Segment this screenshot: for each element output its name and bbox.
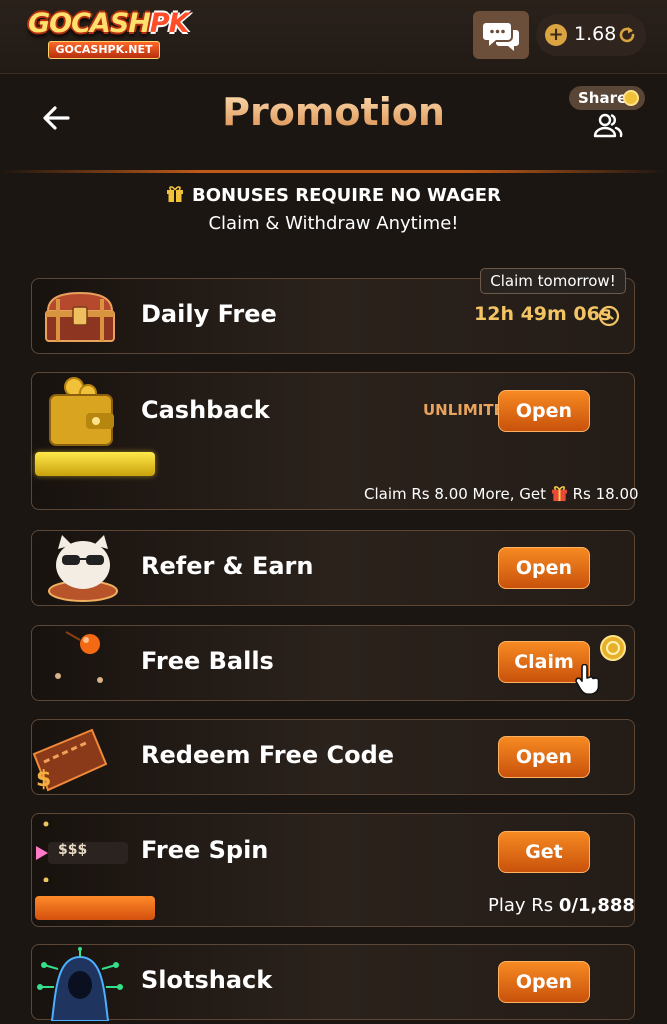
balance-value: 1.68 — [574, 23, 617, 45]
gift-icon — [551, 486, 567, 502]
redeem-open-button[interactable]: Open — [498, 736, 590, 778]
wallet-icon — [49, 377, 114, 446]
balance-pill[interactable]: + 1.68 — [536, 14, 646, 56]
coin-icon — [600, 635, 626, 661]
free-spin-progress-bar — [35, 896, 155, 920]
ticket-icon: $ — [32, 728, 108, 792]
bonus-headline: BONUSES REQUIRE NO WAGER — [0, 185, 667, 206]
logo[interactable]: GOCASHPK GOCASHPK.NET — [28, 8, 190, 62]
slotshack-open-button[interactable]: Open — [498, 961, 590, 1003]
refer-open-button[interactable]: Open — [498, 547, 590, 589]
coin-icon — [623, 90, 639, 106]
slotshack-title: Slotshack — [141, 966, 273, 994]
free-spin-progress: Play Rs 0/1,888 — [488, 895, 635, 916]
claim-tomorrow-tag: Claim tomorrow! — [480, 268, 626, 294]
cashback-progress-bar — [35, 452, 155, 476]
clock-icon — [598, 305, 620, 327]
balls-icon — [55, 631, 103, 683]
refer-title: Refer & Earn — [141, 552, 314, 580]
cashback-title: Cashback — [141, 396, 270, 424]
hacker-icon — [37, 947, 123, 1021]
daily-free-title: Daily Free — [141, 300, 277, 328]
add-funds-icon[interactable]: + — [545, 24, 567, 46]
chat-button[interactable] — [473, 11, 529, 59]
treasure-chest-icon — [45, 291, 115, 342]
hand-cursor-icon — [575, 664, 600, 695]
svg-text:$: $ — [36, 767, 51, 792]
share-label: Share — [578, 89, 628, 107]
free-spin-get-button[interactable]: Get — [498, 831, 590, 873]
daily-free-timer: 12h 49m 06s — [474, 303, 612, 325]
cat-mascot-icon — [48, 535, 118, 602]
header-divider — [0, 170, 667, 173]
refresh-icon[interactable] — [616, 24, 638, 46]
gift-icon — [167, 186, 184, 202]
free-spin-title: Free Spin — [141, 836, 269, 864]
share-button[interactable]: Share — [569, 86, 645, 110]
logo-subtext: GOCASHPK.NET — [48, 41, 160, 59]
chat-icon — [483, 23, 519, 51]
top-bar: GOCASHPK GOCASHPK.NET + 1.68 — [0, 0, 667, 74]
bonus-subline: Claim & Withdraw Anytime! — [208, 213, 459, 234]
redeem-title: Redeem Free Code — [141, 741, 395, 769]
free-balls-title: Free Balls — [141, 647, 274, 675]
logo-wordmark: GOCASHPK — [28, 8, 190, 39]
users-icon[interactable] — [593, 112, 623, 138]
spin-thumb-text: $$$ — [58, 842, 88, 858]
page-title: Promotion — [0, 90, 667, 134]
cashback-info: Claim Rs 8.00 More, Get Rs 18.00 — [364, 485, 639, 503]
cashback-open-button[interactable]: Open — [498, 390, 590, 432]
